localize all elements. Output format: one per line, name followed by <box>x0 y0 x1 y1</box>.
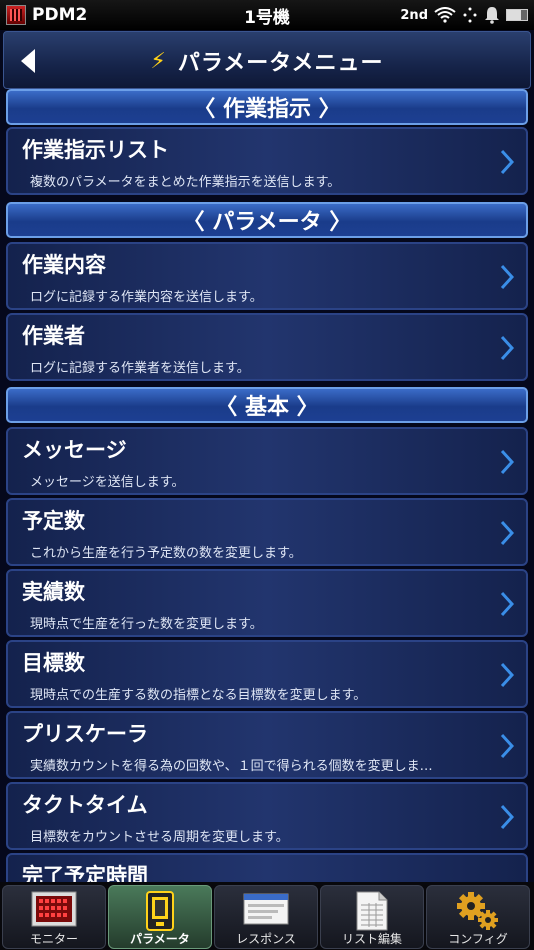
chevron-right-icon <box>500 591 514 617</box>
chevron-right-icon <box>500 335 514 361</box>
section-header-basic: 〈 基本 〉 <box>6 387 528 423</box>
section-header-work-instruction: 〈 作業指示 〉 <box>6 89 528 125</box>
sync-dots-icon <box>463 7 477 23</box>
tab-parameter[interactable]: パラメータ <box>108 885 212 949</box>
menu-item-planned-count[interactable]: 予定数 これから生産を行う予定数の数を変更します。 <box>6 498 528 566</box>
status-app-name: PDM2 <box>32 5 88 25</box>
menu-item-work-instruction-list[interactable]: 作業指示リスト 複数のパラメータをまとめた作業指示を送信します。 <box>6 127 528 195</box>
header-center: ⚡ パラメータメニュー <box>4 32 530 90</box>
menu-item-title: 目標数 <box>22 651 85 675</box>
page-header: ⚡ パラメータメニュー <box>3 31 531 89</box>
menu-item-message[interactable]: メッセージ メッセージを送信します。 <box>6 427 528 495</box>
menu-item-prescaler[interactable]: プリスケーラ 実績数カウントを得る為の回数や、１回で得られる個数を変更しま… <box>6 711 528 779</box>
menu-item-title: 作業者 <box>22 324 85 348</box>
lightning-icon: ⚡ <box>150 48 166 74</box>
menu-item-planned-completion-time[interactable]: 完了予定時間 <box>6 853 528 882</box>
tab-label: パラメータ <box>130 932 190 946</box>
menu-item-description: 実績数カウントを得る為の回数や、１回で得られる個数を変更しま… <box>30 759 433 774</box>
config-gears-icon <box>457 892 498 930</box>
response-icon <box>243 893 289 925</box>
chevron-right-icon <box>500 520 514 546</box>
tab-label: リスト編集 <box>341 932 402 946</box>
status-icons: 2nd <box>400 0 528 30</box>
list-edit-icon <box>356 891 388 931</box>
tab-label: レスポンス <box>236 932 296 946</box>
menu-item-title: メッセージ <box>22 438 127 462</box>
menu-item-description: ログに記録する作業内容を送信します。 <box>30 290 263 305</box>
menu-item-title: 完了予定時間 <box>22 864 148 882</box>
chevron-right-icon <box>500 264 514 290</box>
menu-item-description: ログに記録する作業者を送信します。 <box>30 361 250 376</box>
tab-label: モニター <box>29 932 78 946</box>
bottom-tab-bar: モニター パラメータ レスポンス リスト編集 コンフィグ <box>0 882 534 950</box>
chevron-right-icon <box>500 449 514 475</box>
menu-item-description: これから生産を行う予定数の数を変更します。 <box>30 546 302 561</box>
menu-item-title: 実績数 <box>22 580 85 604</box>
wifi-icon <box>434 7 456 23</box>
section-header-parameter: 〈 パラメータ 〉 <box>6 202 528 238</box>
tab-label: コンフィグ <box>448 932 508 946</box>
menu-item-description: メッセージを送信します。 <box>30 475 185 490</box>
menu-item-title: タクトタイム <box>22 793 148 817</box>
page-title: パラメータメニュー <box>177 51 384 76</box>
menu-item-description: 目標数をカウントさせる周期を変更します。 <box>30 830 289 845</box>
status-bar: PDM2 1号機 2nd <box>0 0 534 30</box>
battery-icon <box>506 9 528 21</box>
menu-item-title: 作業内容 <box>22 253 106 277</box>
chevron-right-icon <box>500 149 514 175</box>
menu-item-description: 複数のパラメータをまとめた作業指示を送信します。 <box>30 175 341 190</box>
network-label: 2nd <box>400 7 428 23</box>
chevron-right-icon <box>500 804 514 830</box>
menu-item-title: プリスケーラ <box>22 722 148 746</box>
menu-item-actual-count[interactable]: 実績数 現時点で生産を行った数を変更します。 <box>6 569 528 637</box>
back-button[interactable] <box>16 45 40 77</box>
tab-response[interactable]: レスポンス <box>214 885 318 949</box>
parameter-menu-list[interactable]: 〈 作業指示 〉 作業指示リスト 複数のパラメータをまとめた作業指示を送信します… <box>0 89 534 882</box>
menu-item-description: 現時点での生産する数の指標となる目標数を変更します。 <box>30 688 367 703</box>
tab-monitor[interactable]: モニター <box>2 885 106 949</box>
parameter-icon <box>146 891 174 931</box>
app-icon <box>6 5 26 25</box>
menu-item-work-content[interactable]: 作業内容 ログに記録する作業内容を送信します。 <box>6 242 528 310</box>
menu-item-target-count[interactable]: 目標数 現時点での生産する数の指標となる目標数を変更します。 <box>6 640 528 708</box>
tab-config[interactable]: コンフィグ <box>426 885 530 949</box>
menu-item-worker[interactable]: 作業者 ログに記録する作業者を送信します。 <box>6 313 528 381</box>
menu-item-takt-time[interactable]: タクトタイム 目標数をカウントさせる周期を変更します。 <box>6 782 528 850</box>
menu-item-title: 予定数 <box>22 509 85 533</box>
tab-list-edit[interactable]: リスト編集 <box>320 885 424 949</box>
menu-item-description: 現時点で生産を行った数を変更します。 <box>30 617 263 632</box>
monitor-icon <box>31 891 77 927</box>
menu-item-title: 作業指示リスト <box>22 138 169 162</box>
chevron-right-icon <box>500 662 514 688</box>
chevron-right-icon <box>500 733 514 759</box>
notification-bell-icon <box>485 7 499 24</box>
